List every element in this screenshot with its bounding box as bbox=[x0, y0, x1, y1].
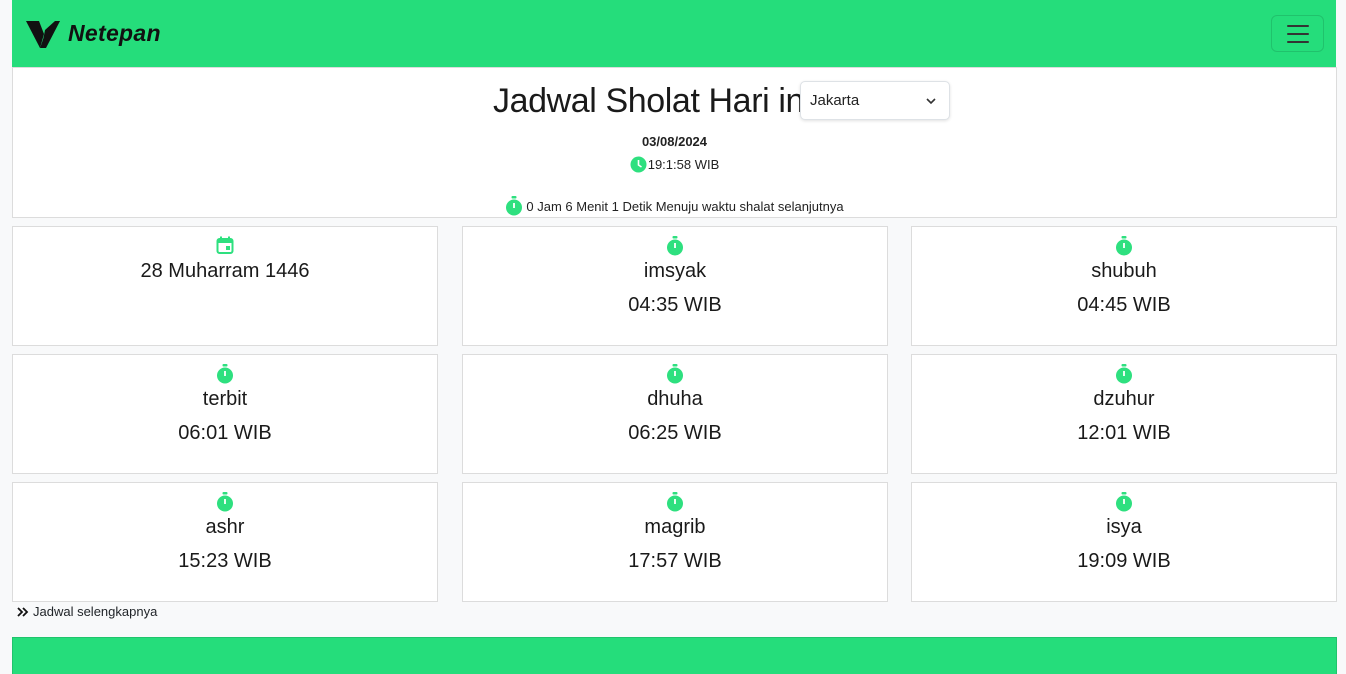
hamburger-menu-button[interactable] bbox=[1271, 15, 1324, 52]
stopwatch-icon bbox=[667, 236, 683, 256]
prayer-name: ashr bbox=[205, 516, 245, 538]
prayer-card-terbit: terbit 06:01 WIB bbox=[12, 354, 438, 474]
double-chevron-right-icon bbox=[17, 606, 29, 617]
countdown: 0 Jam 6 Menit 1 Detik Menuju waktu shala… bbox=[13, 196, 1336, 216]
prayer-name: dzuhur bbox=[1093, 388, 1155, 410]
full-schedule-link-label: Jadwal selengkapnya bbox=[33, 604, 158, 619]
calendar-icon bbox=[216, 236, 234, 254]
page-title: Jadwal Sholat Hari ini bbox=[493, 82, 812, 120]
stopwatch-icon bbox=[217, 364, 233, 384]
brand-name: Netepan bbox=[68, 20, 161, 46]
prayer-time: 04:45 WIB bbox=[1077, 294, 1171, 316]
hijri-date-card: 28 Muharram 1446 bbox=[12, 226, 438, 346]
prayer-name: isya bbox=[1106, 516, 1142, 538]
city-select[interactable]: Jakarta bbox=[800, 81, 950, 120]
prayer-card-isya: isya 19:09 WIB bbox=[911, 482, 1337, 602]
prayer-name: magrib bbox=[644, 516, 706, 538]
prayer-card-imsyak: imsyak 04:35 WIB bbox=[462, 226, 888, 346]
countdown-text: 0 Jam 6 Menit 1 Detik Menuju waktu shala… bbox=[526, 198, 844, 214]
prayer-time: 04:35 WIB bbox=[628, 294, 722, 316]
city-select-value: Jakarta bbox=[810, 92, 860, 109]
v-logo-icon bbox=[26, 20, 60, 48]
footer-section bbox=[12, 637, 1337, 674]
prayer-card-dhuha: dhuha 06:25 WIB bbox=[462, 354, 888, 474]
prayer-time: 17:57 WIB bbox=[628, 550, 722, 572]
current-time: 19:1:58 WIB bbox=[13, 156, 1336, 173]
prayer-name: imsyak bbox=[643, 260, 707, 282]
prayer-card-shubuh: shubuh 04:45 WIB bbox=[911, 226, 1337, 346]
clock-icon bbox=[630, 156, 647, 173]
stopwatch-icon bbox=[1116, 236, 1132, 256]
schedule-header: Jadwal Sholat Hari ini Jakarta 03/08/202… bbox=[12, 67, 1337, 218]
prayer-card-magrib: magrib 17:57 WIB bbox=[462, 482, 888, 602]
date-text: 03/08/2024 bbox=[641, 134, 708, 149]
hijri-date-label: 28 Muharram 1446 bbox=[140, 260, 310, 282]
stopwatch-icon bbox=[506, 196, 523, 216]
navbar: Netepan bbox=[12, 0, 1336, 67]
prayer-card-ashr: ashr 15:23 WIB bbox=[12, 482, 438, 602]
prayer-name: shubuh bbox=[1091, 260, 1157, 282]
prayer-card-dzuhur: dzuhur 12:01 WIB bbox=[911, 354, 1337, 474]
full-schedule-link[interactable]: Jadwal selengkapnya bbox=[16, 604, 157, 619]
stopwatch-icon bbox=[667, 364, 683, 384]
stopwatch-icon bbox=[1116, 364, 1132, 384]
stopwatch-icon bbox=[217, 492, 233, 512]
chevron-down-icon bbox=[926, 97, 936, 104]
brand[interactable]: Netepan bbox=[26, 18, 161, 50]
prayer-name: dhuha bbox=[647, 388, 703, 410]
prayer-name: terbit bbox=[202, 388, 248, 410]
prayer-time: 12:01 WIB bbox=[1077, 422, 1171, 444]
prayer-time: 19:09 WIB bbox=[1077, 550, 1171, 572]
stopwatch-icon bbox=[1116, 492, 1132, 512]
clock-text: 19:1:58 WIB bbox=[647, 157, 720, 172]
hamburger-menu-icon bbox=[1286, 24, 1309, 27]
stopwatch-icon bbox=[667, 492, 683, 512]
prayer-time: 15:23 WIB bbox=[178, 550, 272, 572]
prayer-time: 06:25 WIB bbox=[628, 422, 722, 444]
prayer-time: 06:01 WIB bbox=[178, 422, 272, 444]
